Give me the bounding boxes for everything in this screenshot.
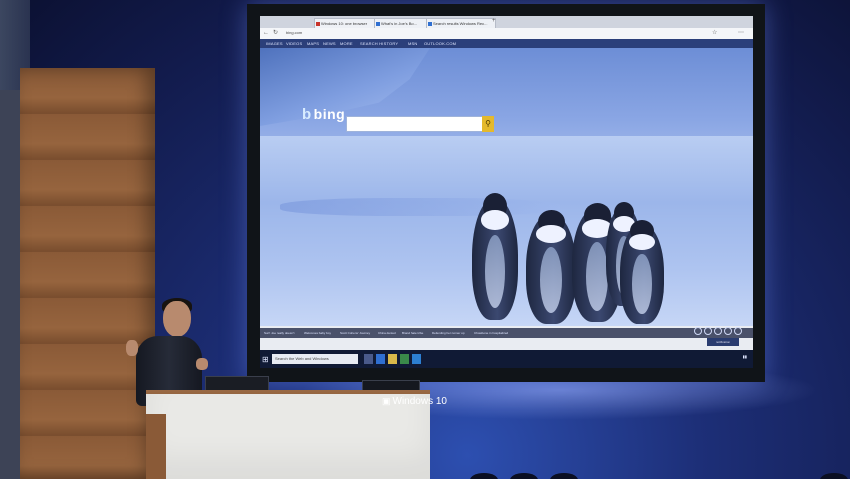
favorites-star-icon[interactable]: ☆ <box>712 30 717 37</box>
windows-taskbar: ⊞ Search the Web and Windows notificatio… <box>260 338 753 368</box>
ticker-item[interactable]: Scott Cohens' Journey <box>340 331 370 335</box>
taskbar-search-input[interactable]: Search the Web and Windows <box>272 354 358 364</box>
url-text: bing.com <box>286 30 303 35</box>
new-tab-icon[interactable]: + <box>492 18 496 25</box>
prev-image-icon[interactable] <box>694 327 702 335</box>
ticker-item[interactable]: Chowbone in hospitalized <box>474 331 508 335</box>
audience-head <box>550 473 578 479</box>
ticker-item[interactable]: Welcomes baby boy <box>304 331 331 335</box>
nav-link-msn[interactable]: MSN <box>408 41 418 46</box>
wood-panel-wall <box>20 68 155 479</box>
nav-link-maps[interactable]: MAPS <box>307 41 319 46</box>
nav-link-images[interactable]: IMAGES <box>266 41 283 46</box>
tab-favicon-icon <box>428 22 432 26</box>
tab-label: What's in Joe's Bo... <box>381 21 417 26</box>
ice-ridge <box>280 198 560 216</box>
windows-logo-icon: ▣ <box>382 396 391 406</box>
nav-link-videos[interactable]: VIDEOS <box>286 41 302 46</box>
penguin <box>620 220 664 324</box>
back-arrow-icon[interactable]: ← <box>263 30 269 37</box>
task-view-icon[interactable] <box>364 354 373 364</box>
ticker-item[interactable]: Brand hate tribe <box>402 331 423 335</box>
penguin <box>472 193 518 320</box>
file-explorer-icon[interactable] <box>388 354 397 364</box>
taskbar-system-tray[interactable]: ▮▮ <box>743 354 747 359</box>
bing-wordmark: bing <box>313 106 346 122</box>
penguin-belly <box>632 254 652 314</box>
tab-favicon-icon <box>316 22 320 26</box>
podium-logo-text: Windows 10 <box>392 396 447 407</box>
start-windows-icon[interactable]: ⊞ <box>262 355 269 364</box>
news-ticker: Surf: Joe really doesn't Welcomes baby b… <box>260 328 753 338</box>
info-icon[interactable] <box>704 327 712 335</box>
tab-label: Windows 10: one browser <box>321 21 368 26</box>
penguin-face <box>536 225 566 243</box>
keynote-scene: Windows 10: one browser What's in Joe's … <box>0 0 850 479</box>
penguin-face <box>481 210 509 230</box>
projected-browser-window: Windows 10: one browser What's in Joe's … <box>260 16 753 350</box>
podium-logo: ▣ Windows 10 <box>382 396 447 407</box>
penguin-face <box>628 234 656 250</box>
download-icon[interactable] <box>724 327 732 335</box>
presenter-hand <box>126 340 138 356</box>
penguin-belly <box>586 242 608 311</box>
nav-link-more[interactable]: MORE <box>340 41 353 46</box>
penguin-belly <box>484 234 506 308</box>
ticker-item[interactable]: Surf: Joe really doesn't <box>264 331 294 335</box>
bing-logo: b bing <box>302 106 345 123</box>
bing-nav-bar: IMAGES VIDEOS MAPS NEWS MORE SEARCH HIST… <box>260 39 753 48</box>
share-icon[interactable] <box>734 327 742 335</box>
audience-head <box>470 473 498 479</box>
bing-mark-icon: b <box>302 106 312 123</box>
store-app-icon[interactable] <box>400 354 409 364</box>
presenter-hand <box>196 358 208 370</box>
app-tile-icon[interactable] <box>412 354 421 364</box>
tab-favicon-icon <box>376 22 380 26</box>
bing-search-input[interactable] <box>346 116 484 132</box>
taskbar-notification[interactable]: notification <box>707 338 739 346</box>
nav-link-search-history[interactable]: SEARCH HISTORY <box>360 41 398 46</box>
menu-dots-icon[interactable]: ⋯ <box>738 30 744 37</box>
penguin-belly <box>540 247 562 313</box>
browser-app-icon[interactable] <box>376 354 385 364</box>
nav-link-news[interactable]: NEWS <box>323 41 336 46</box>
search-icon[interactable]: ⚲ <box>482 116 494 132</box>
ticker-item[interactable]: China denied <box>378 331 396 335</box>
tab-label: Search results Windows Rec... <box>433 21 488 26</box>
presenter-head <box>163 301 191 337</box>
refresh-icon[interactable]: ↻ <box>273 30 278 37</box>
penguin <box>526 209 576 324</box>
nav-link-outlook[interactable]: OUTLOOK.COM <box>424 41 456 46</box>
browser-tab-strip: Windows 10: one browser What's in Joe's … <box>260 16 753 29</box>
podium-side <box>146 414 166 479</box>
audience-head <box>820 473 848 479</box>
ticker-item[interactable]: Defending her runner up <box>432 331 465 335</box>
audience-head <box>510 473 538 479</box>
next-image-icon[interactable] <box>714 327 722 335</box>
